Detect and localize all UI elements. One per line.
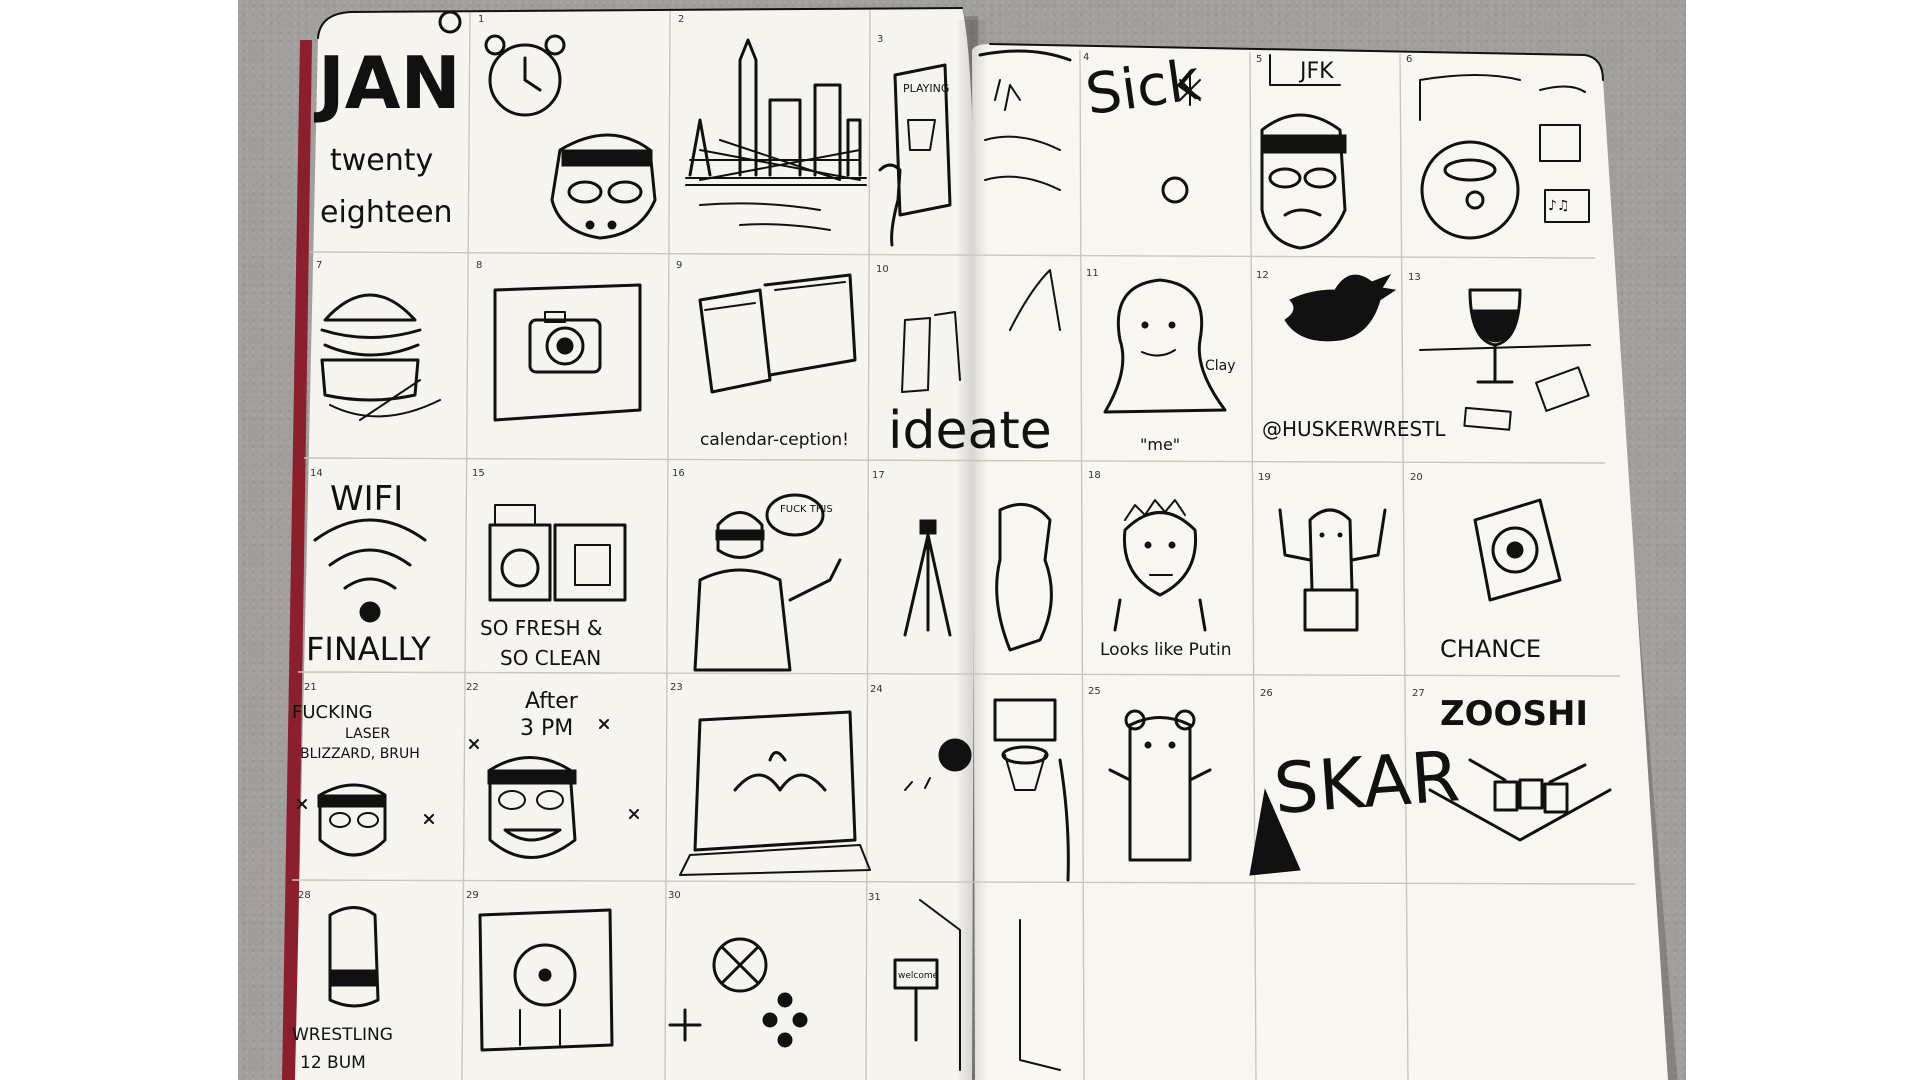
svg-text:26: 26 — [1260, 688, 1273, 699]
day-12-caption: @HUSKERWRESTL — [1262, 417, 1446, 441]
day-28-caption-bottom: 12 BUM — [300, 1053, 366, 1073]
svg-text:14: 14 — [310, 468, 323, 479]
month-title: JAN — [313, 41, 461, 125]
svg-text:22: 22 — [466, 682, 479, 693]
day-11-caption: "me" — [1140, 435, 1180, 454]
svg-text:27: 27 — [1412, 688, 1425, 699]
day-20-caption: CHANCE — [1440, 635, 1541, 663]
day-21-caption-line1: FUCKING — [292, 702, 373, 723]
svg-text:4: 4 — [1083, 52, 1089, 63]
svg-text:31: 31 — [868, 892, 881, 903]
svg-text:29: 29 — [466, 890, 479, 901]
svg-text:11: 11 — [1086, 268, 1099, 279]
day-9-caption: calendar-ception! — [700, 430, 849, 450]
day-22-caption-top: After — [525, 689, 579, 714]
day-27-caption: ZOOSHI — [1440, 694, 1588, 734]
clay-label: Clay — [1205, 358, 1236, 374]
svg-text:30: 30 — [668, 890, 681, 901]
day-22-caption-bottom: 3 PM — [520, 716, 573, 741]
day-28-caption-top: WRESTLING — [292, 1025, 393, 1045]
svg-text:♪♫: ♪♫ — [1548, 198, 1570, 214]
svg-text:2: 2 — [678, 14, 684, 25]
day-16-caption: FUCK THIS — [780, 504, 833, 515]
day-15-caption-top: SO FRESH & — [480, 616, 603, 640]
day-21-caption-line2: LASER — [345, 726, 390, 742]
svg-text:5: 5 — [1256, 54, 1262, 65]
month-header: JAN twenty eighteen — [313, 10, 462, 230]
svg-text:28: 28 — [298, 890, 311, 901]
svg-text:20: 20 — [1410, 472, 1423, 483]
svg-text:9: 9 — [676, 260, 682, 271]
svg-text:12: 12 — [1256, 270, 1269, 281]
svg-text:15: 15 — [472, 468, 485, 479]
svg-text:21: 21 — [304, 682, 317, 693]
day-18-caption: Looks like Putin — [1100, 640, 1232, 660]
svg-text:17: 17 — [872, 470, 885, 481]
svg-text:18: 18 — [1088, 470, 1101, 481]
svg-text:6: 6 — [1406, 54, 1412, 65]
svg-text:1: 1 — [478, 14, 484, 25]
day-10-caption: ideate — [888, 401, 1052, 461]
svg-text:23: 23 — [670, 682, 683, 693]
year-line-2: eighteen — [320, 195, 453, 230]
day-15-caption-bottom: SO CLEAN — [500, 646, 601, 670]
svg-text:16: 16 — [672, 468, 685, 479]
svg-text:3: 3 — [877, 34, 883, 45]
svg-text:13: 13 — [1408, 272, 1421, 283]
year-line-1: twenty — [330, 143, 433, 178]
svg-text:24: 24 — [870, 684, 883, 695]
photo-stage: 1 2 3 4 5 6 7 8 9 10 11 12 13 14 15 16 1… — [0, 0, 1920, 1080]
day-14-caption-bottom: FINALLY — [306, 630, 431, 668]
day-21-caption-line3: BLIZZARD, BRUH — [300, 746, 420, 762]
day-14-caption-top: WIFI — [330, 479, 403, 519]
svg-text:25: 25 — [1088, 686, 1101, 697]
svg-text:8: 8 — [476, 260, 482, 271]
svg-text:19: 19 — [1258, 472, 1271, 483]
day-3-caption: PLAYING — [903, 82, 949, 95]
svg-text:10: 10 — [876, 264, 889, 275]
day-5-caption: JFK — [1298, 59, 1334, 84]
sketchbook-photo: 1 2 3 4 5 6 7 8 9 10 11 12 13 14 15 16 1… — [282, 7, 1678, 1080]
svg-text:7: 7 — [316, 260, 322, 271]
welcome-sign-label: welcome — [898, 971, 939, 981]
day-26-caption: SKAR — [1271, 735, 1462, 830]
